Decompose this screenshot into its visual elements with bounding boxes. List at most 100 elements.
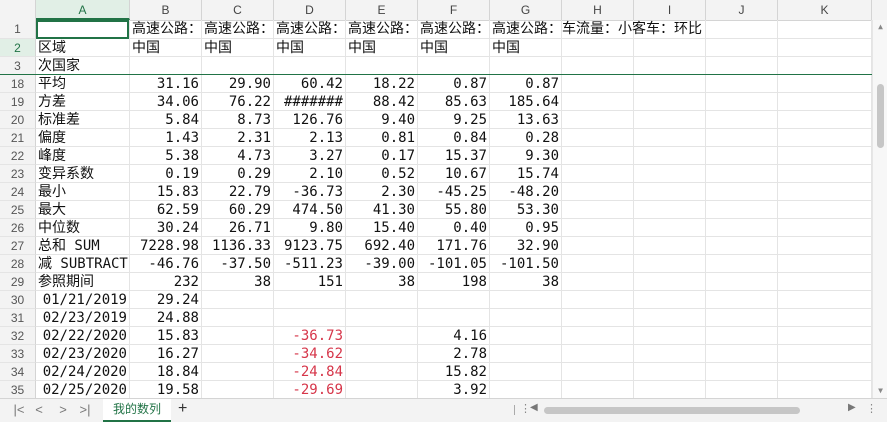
cell-g20[interactable]: 13.63 <box>490 111 562 129</box>
cell-k1[interactable] <box>778 20 872 39</box>
cell-h30[interactable] <box>562 291 634 309</box>
cell-g1[interactable]: 高速公路：车流量：小客车：环比 <box>490 20 702 39</box>
cell-j26[interactable] <box>706 219 778 237</box>
cell-e29[interactable]: 38 <box>346 273 418 291</box>
row-header[interactable]: 33 <box>0 345 36 363</box>
cell-f35[interactable]: 3.92 <box>418 381 490 399</box>
cell-j31[interactable] <box>706 309 778 327</box>
sheet-tab[interactable]: 我的数列 <box>103 399 171 422</box>
cell-a31[interactable]: 02/23/2019 <box>36 309 130 327</box>
cell-j18[interactable] <box>706 75 778 93</box>
cell-a22[interactable]: 峰度 <box>36 147 130 165</box>
cell-h19[interactable] <box>562 93 634 111</box>
cell-h35[interactable] <box>562 381 634 399</box>
cell-c1[interactable]: 高速公路：中国 <box>202 20 274 39</box>
cell-e20[interactable]: 9.40 <box>346 111 418 129</box>
cell-f1[interactable]: 高速公路：中国 <box>418 20 490 39</box>
cell-i29[interactable] <box>634 273 706 291</box>
cell-h24[interactable] <box>562 183 634 201</box>
cell-a19[interactable]: 方差 <box>36 93 130 111</box>
row-header[interactable]: 21 <box>0 129 36 147</box>
cell-e30[interactable] <box>346 291 418 309</box>
cell-g28[interactable]: -101.50 <box>490 255 562 273</box>
row-header[interactable]: 34 <box>0 363 36 381</box>
cell-e35[interactable] <box>346 381 418 399</box>
cell-g29[interactable]: 38 <box>490 273 562 291</box>
last-sheet-icon[interactable]: >| <box>76 402 94 417</box>
cell-c35[interactable] <box>202 381 274 399</box>
cell-a20[interactable]: 标准差 <box>36 111 130 129</box>
cell-f25[interactable]: 55.80 <box>418 201 490 219</box>
cell-k34[interactable] <box>778 363 872 381</box>
cell-h26[interactable] <box>562 219 634 237</box>
cell-b22[interactable]: 5.38 <box>130 147 202 165</box>
cell-f33[interactable]: 2.78 <box>418 345 490 363</box>
cell-b24[interactable]: 15.83 <box>130 183 202 201</box>
row-header[interactable]: 27 <box>0 237 36 255</box>
cell-c26[interactable]: 26.71 <box>202 219 274 237</box>
cell-d35[interactable]: -29.69 <box>274 381 346 399</box>
cell-a30[interactable]: 01/21/2019 <box>36 291 130 309</box>
cell-b19[interactable]: 34.06 <box>130 93 202 111</box>
cell-k30[interactable] <box>778 291 872 309</box>
cell-f22[interactable]: 15.37 <box>418 147 490 165</box>
cell-b32[interactable]: 15.83 <box>130 327 202 345</box>
cell-e19[interactable]: 88.42 <box>346 93 418 111</box>
cell-f30[interactable] <box>418 291 490 309</box>
cell-d31[interactable] <box>274 309 346 327</box>
vertical-scroll-thumb[interactable] <box>877 84 884 148</box>
cell-j24[interactable] <box>706 183 778 201</box>
cell-g25[interactable]: 53.30 <box>490 201 562 219</box>
cell-f21[interactable]: 0.84 <box>418 129 490 147</box>
vertical-scrollbar[interactable]: ▲ ▼ <box>872 20 887 398</box>
cell-b35[interactable]: 19.58 <box>130 381 202 399</box>
cell-k22[interactable] <box>778 147 872 165</box>
cell-a2[interactable]: 区域 <box>36 39 130 57</box>
row-header[interactable]: 28 <box>0 255 36 273</box>
cell-i31[interactable] <box>634 309 706 327</box>
cell-b2[interactable]: 中国 <box>130 39 202 57</box>
cell-d30[interactable] <box>274 291 346 309</box>
cell-c27[interactable]: 1136.33 <box>202 237 274 255</box>
cell-e3[interactable] <box>346 57 418 75</box>
cell-e18[interactable]: 18.22 <box>346 75 418 93</box>
cell-a28[interactable]: 减 SUBTRACT <box>36 255 130 273</box>
row-header[interactable]: 26 <box>0 219 36 237</box>
cell-j21[interactable] <box>706 129 778 147</box>
row-header[interactable]: 30 <box>0 291 36 309</box>
cell-k19[interactable] <box>778 93 872 111</box>
cell-k2[interactable] <box>778 39 872 57</box>
cell-b23[interactable]: 0.19 <box>130 165 202 183</box>
cell-g18[interactable]: 0.87 <box>490 75 562 93</box>
cell-h3[interactable] <box>562 57 634 75</box>
cell-c32[interactable] <box>202 327 274 345</box>
column-header-a[interactable]: A <box>36 0 130 20</box>
cell-k31[interactable] <box>778 309 872 327</box>
cell-f31[interactable] <box>418 309 490 327</box>
row-header[interactable]: 3 <box>0 57 36 75</box>
row-header[interactable]: 25 <box>0 201 36 219</box>
cell-j29[interactable] <box>706 273 778 291</box>
column-header-j[interactable]: J <box>706 0 778 20</box>
cell-d2[interactable]: 中国 <box>274 39 346 57</box>
cell-i20[interactable] <box>634 111 706 129</box>
cell-k23[interactable] <box>778 165 872 183</box>
cell-h2[interactable] <box>562 39 634 57</box>
cell-c25[interactable]: 60.29 <box>202 201 274 219</box>
cell-i23[interactable] <box>634 165 706 183</box>
cell-j1[interactable] <box>706 20 778 39</box>
cell-b26[interactable]: 30.24 <box>130 219 202 237</box>
cell-j23[interactable] <box>706 165 778 183</box>
scroll-down-arrow-icon[interactable]: ▼ <box>875 386 886 396</box>
add-sheet-icon[interactable]: + <box>178 400 187 418</box>
cell-d18[interactable]: 60.42 <box>274 75 346 93</box>
row-header[interactable]: 22 <box>0 147 36 165</box>
cell-c20[interactable]: 8.73 <box>202 111 274 129</box>
cell-b27[interactable]: 7228.98 <box>130 237 202 255</box>
cell-a3[interactable]: 次国家 <box>36 57 130 75</box>
cell-i18[interactable] <box>634 75 706 93</box>
next-sheet-icon[interactable]: > <box>54 402 72 417</box>
cell-j22[interactable] <box>706 147 778 165</box>
cell-a34[interactable]: 02/24/2020 <box>36 363 130 381</box>
cell-g33[interactable] <box>490 345 562 363</box>
